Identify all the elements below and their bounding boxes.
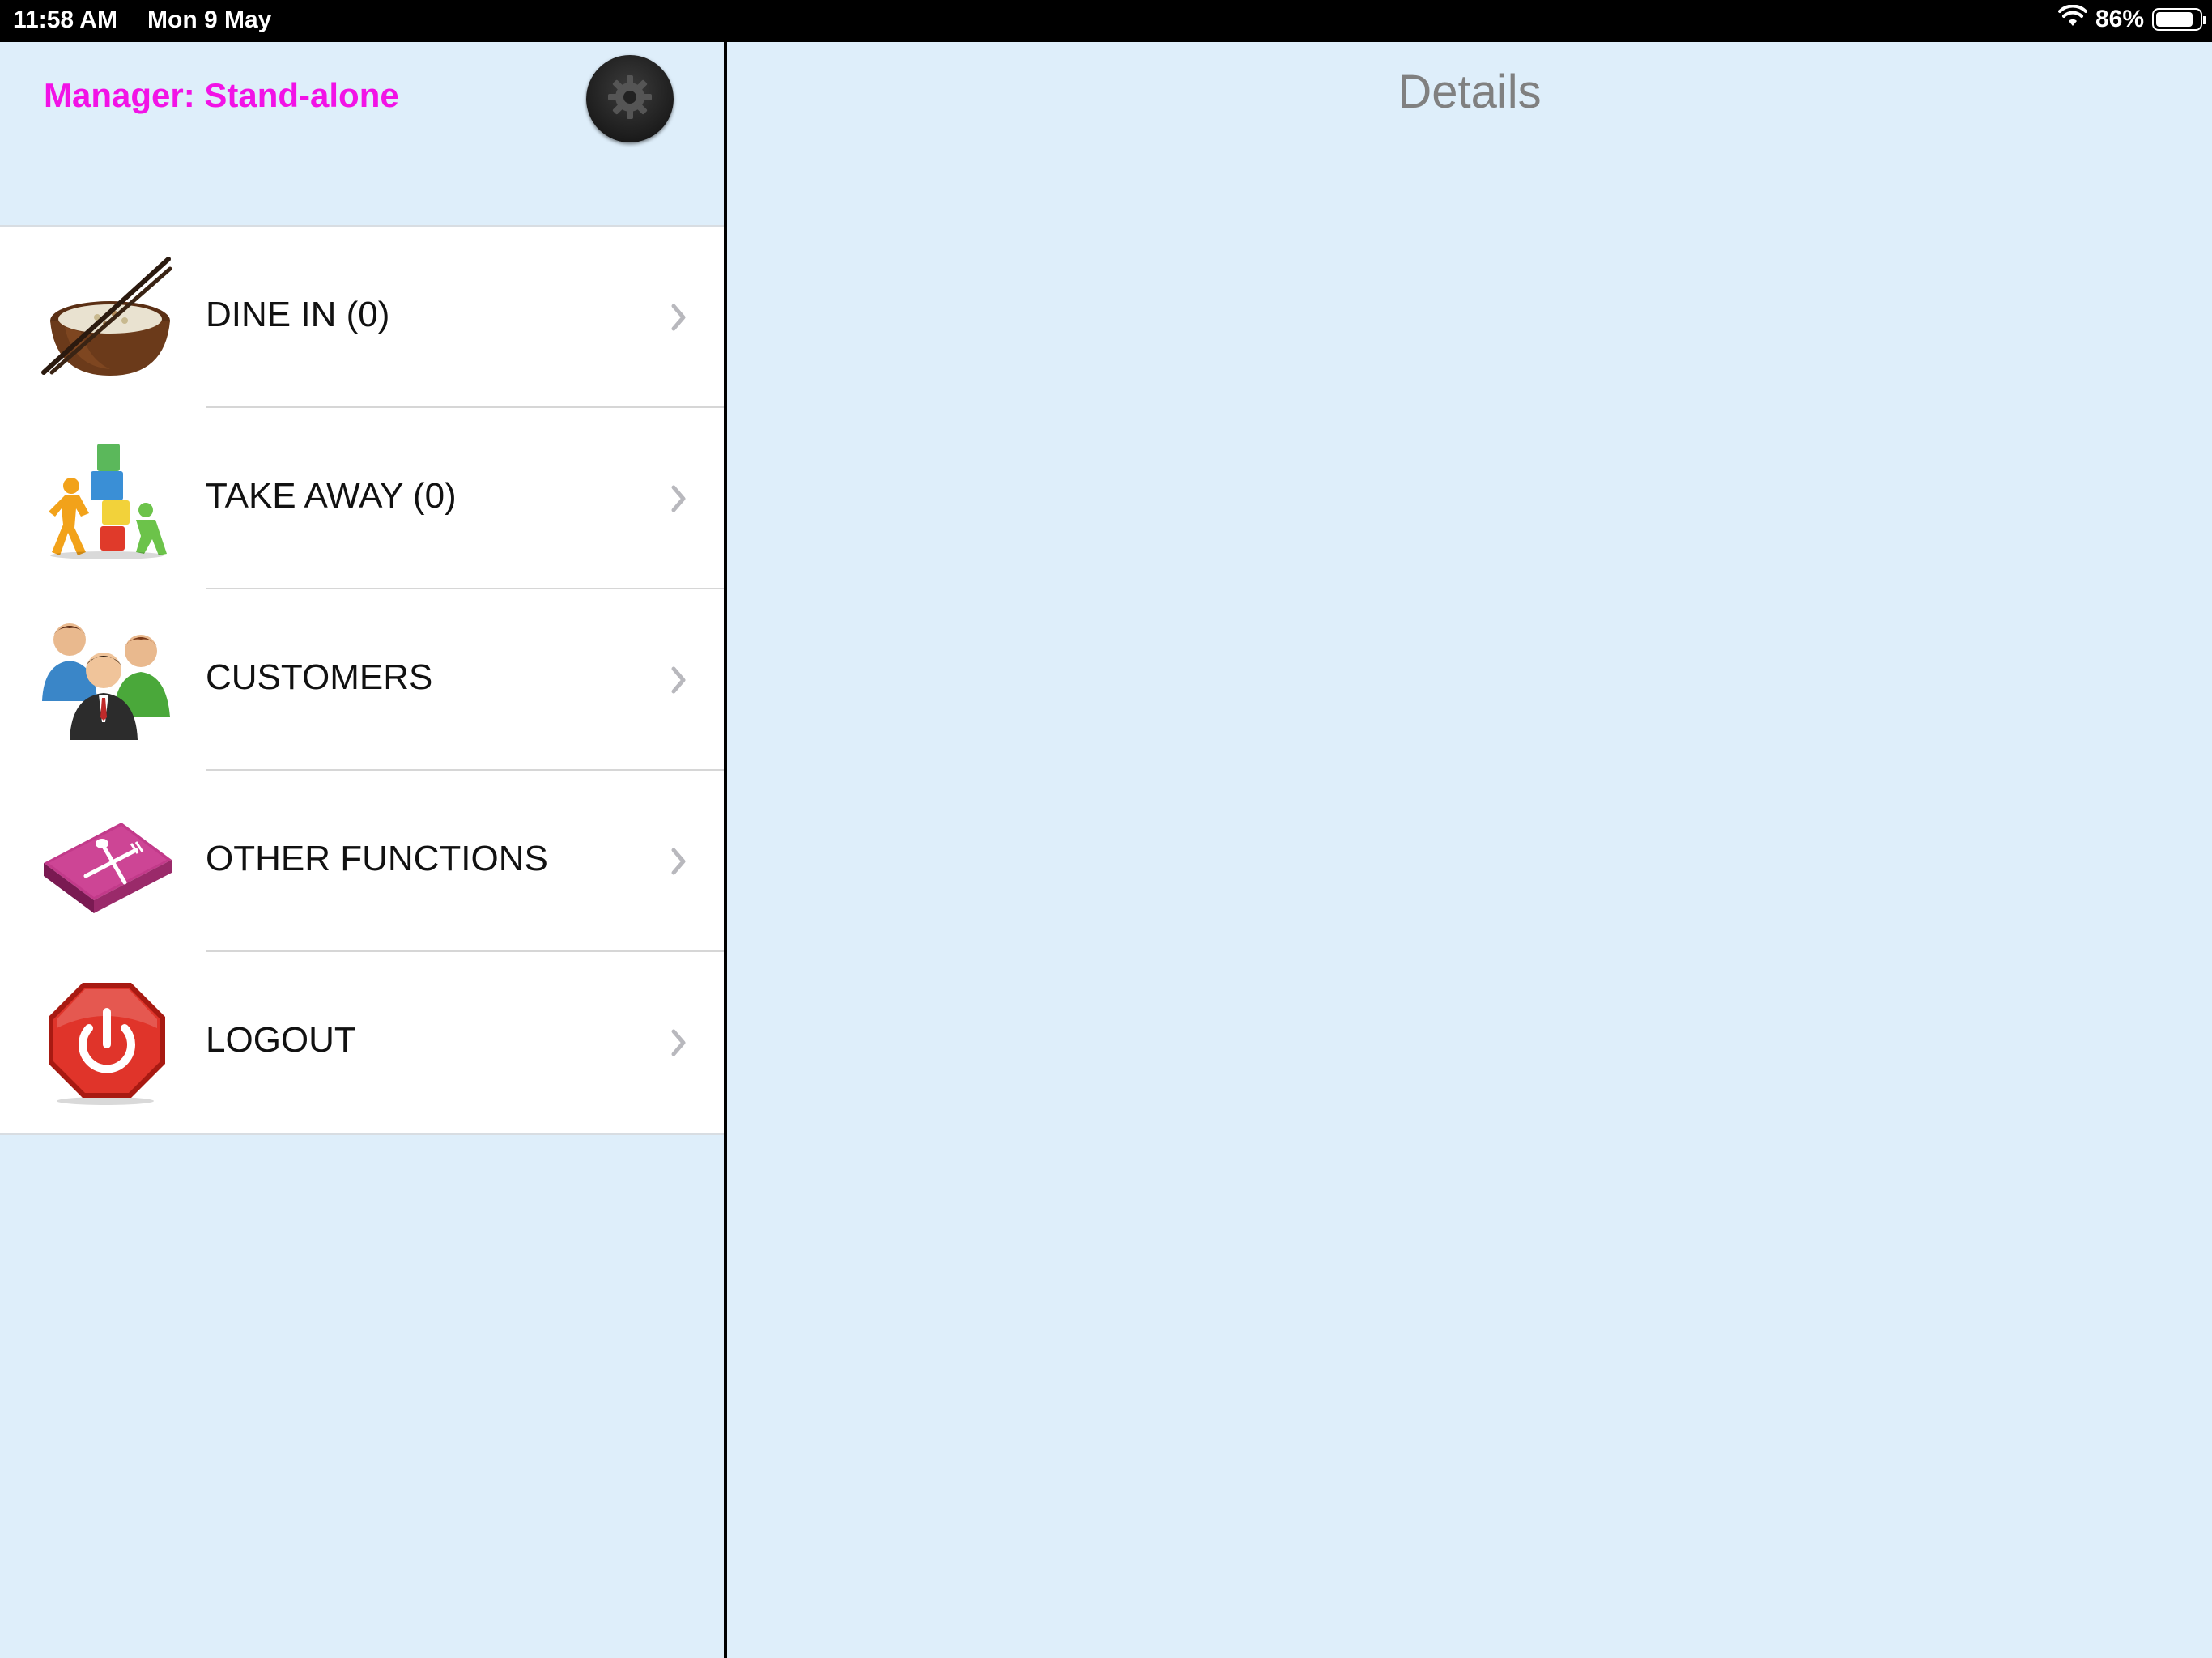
settings-button[interactable] — [586, 55, 674, 142]
status-indicators: 86% — [2057, 4, 2206, 34]
detail-pane: Details — [727, 42, 2212, 1658]
menu-item-label: LOGOUT — [206, 1020, 356, 1060]
menu-item-label: TAKE AWAY (0) — [206, 476, 457, 516]
main-menu: DINE IN (0) TAKE AWAY (0) CUSTOMERS OTHE… — [0, 227, 724, 1135]
battery-percentage: 86% — [2095, 6, 2144, 32]
menu-item-label: CUSTOMERS — [206, 657, 433, 697]
menu-item-take-away[interactable]: TAKE AWAY (0) — [0, 408, 724, 589]
menu-item-label: OTHER FUNCTIONS — [206, 839, 548, 878]
menu-book-icon — [40, 798, 173, 925]
gear-icon — [602, 69, 658, 130]
people-group-icon — [40, 617, 173, 743]
manager-label: Manager: Stand-alone — [44, 76, 399, 114]
status-date: Mon 9 May — [147, 6, 272, 33]
status-time: 11:58 AM — [13, 6, 117, 33]
chevron-right-icon — [669, 844, 690, 879]
chevron-right-icon — [669, 662, 690, 698]
chevron-right-icon — [669, 481, 690, 517]
battery-icon — [2152, 8, 2206, 31]
menu-item-customers[interactable]: CUSTOMERS — [0, 589, 724, 771]
master-pane: Manager: Stand-alone DINE IN (0) TAKE AW… — [0, 42, 724, 1658]
power-icon — [40, 980, 173, 1106]
rice-bowl-icon — [40, 254, 173, 380]
master-header: Manager: Stand-alone — [0, 42, 724, 227]
menu-item-dine-in[interactable]: DINE IN (0) — [0, 227, 724, 408]
status-bar: 11:58 AM Mon 9 May 86% — [0, 0, 2212, 42]
menu-item-logout[interactable]: LOGOUT — [0, 952, 724, 1133]
wifi-icon — [2057, 4, 2087, 34]
battery-fill — [2156, 12, 2193, 27]
chevron-right-icon — [669, 300, 690, 335]
page-title: Details — [1397, 66, 1542, 118]
menu-item-other-functions[interactable]: OTHER FUNCTIONS — [0, 771, 724, 952]
menu-item-label: DINE IN (0) — [206, 295, 390, 334]
chevron-right-icon — [669, 1025, 690, 1061]
delivery-boxes-icon — [40, 436, 173, 562]
